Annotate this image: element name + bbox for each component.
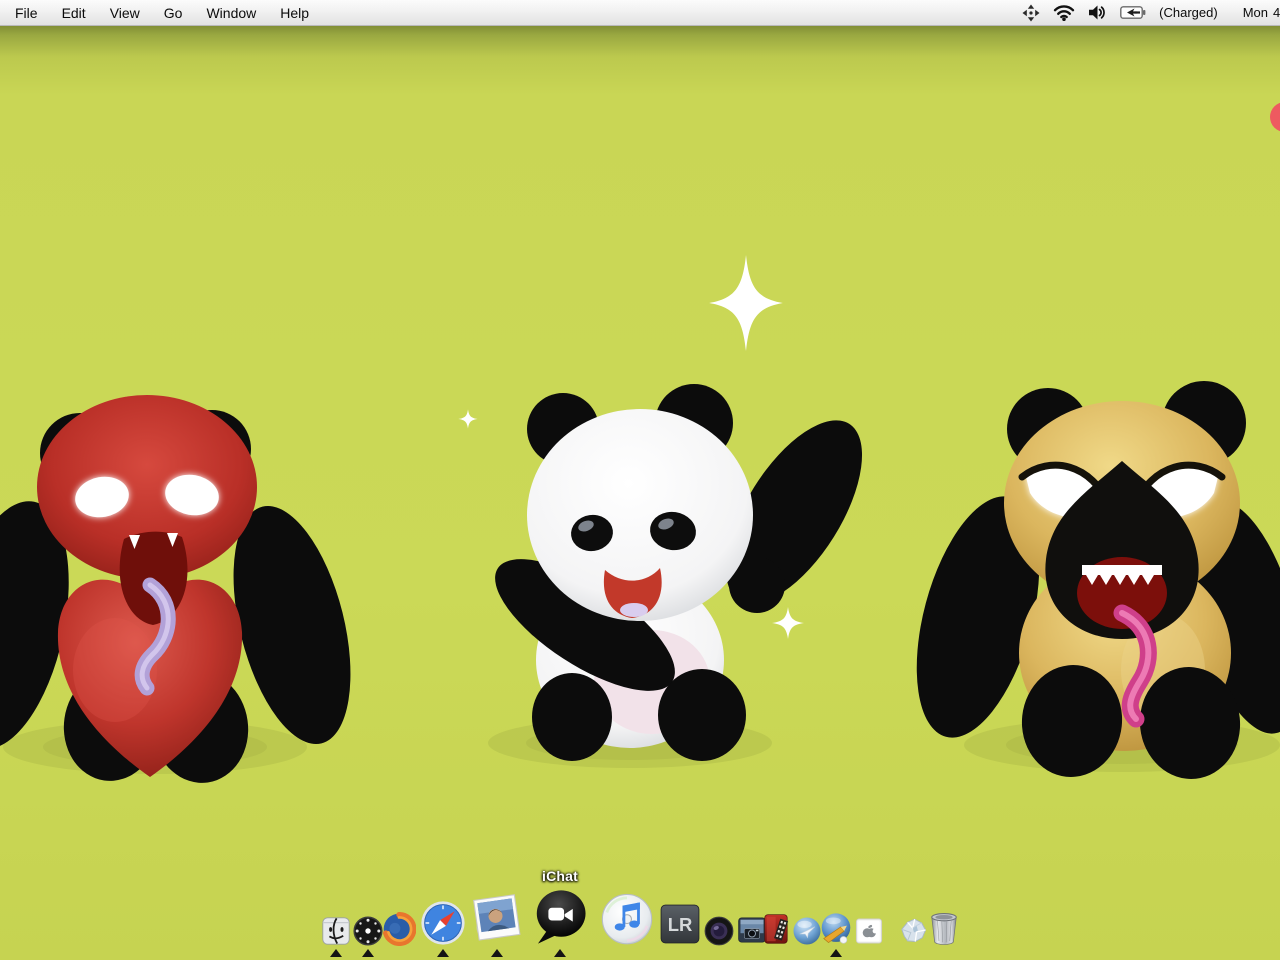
desktop-wallpaper — [0, 25, 1280, 960]
menu-bar: File Edit View Go Window Help — [0, 0, 1280, 26]
running-indicator — [362, 949, 374, 957]
dock-icon-finder[interactable] — [321, 916, 351, 946]
svg-text:LR: LR — [668, 914, 693, 935]
red-balloon-edge — [1270, 102, 1280, 132]
menu-file[interactable]: File — [15, 5, 38, 21]
running-indicator — [830, 949, 842, 957]
menu-help[interactable]: Help — [280, 5, 309, 21]
white-panda — [476, 384, 889, 761]
gold-angry-panda — [894, 381, 1280, 784]
dock-icon-firefox[interactable] — [382, 912, 416, 946]
running-indicator — [554, 949, 566, 957]
panda-wallpaper-art — [0, 25, 1280, 960]
menu-view[interactable]: View — [110, 5, 140, 21]
menu-edit[interactable]: Edit — [62, 5, 86, 21]
wifi-icon[interactable] — [1053, 4, 1075, 21]
battery-status-text: (Charged) — [1159, 5, 1218, 20]
dock-icon-blue-globe-pointer[interactable] — [819, 912, 853, 946]
dock: iChat — [0, 840, 1280, 960]
clock-clipped-text: 4 — [1273, 5, 1280, 20]
menu-window[interactable]: Window — [206, 5, 256, 21]
move-arrows-icon[interactable] — [1022, 4, 1040, 22]
menu-clock[interactable]: Mon 4 — [1243, 5, 1280, 20]
menu-items: File Edit View Go Window Help — [0, 5, 309, 21]
dock-icon-blue-globe-plane[interactable] — [792, 916, 822, 946]
dock-icon-itunes[interactable] — [599, 890, 655, 946]
dock-icon-camera-lens[interactable] — [704, 916, 734, 946]
dock-icon-lightroom[interactable]: LR — [658, 902, 702, 946]
dock-hover-label: iChat — [542, 868, 578, 884]
running-indicator — [330, 949, 342, 957]
dock-icon-dashboard[interactable] — [353, 916, 383, 946]
volume-icon[interactable] — [1088, 5, 1107, 20]
dock-icon-iphoto[interactable] — [470, 892, 524, 946]
battery-icon[interactable] — [1120, 6, 1146, 19]
clock-day-text: Mon — [1243, 5, 1268, 20]
dock-icon-safari[interactable] — [420, 900, 466, 946]
menu-status-area: (Charged) Mon 4 — [1022, 0, 1280, 25]
menu-go[interactable]: Go — [164, 5, 183, 21]
dock-icon-apple-software-box[interactable] — [854, 916, 884, 946]
running-indicator — [437, 949, 449, 957]
dock-icon-red-media-app[interactable] — [760, 912, 794, 946]
dock-icon-trash[interactable] — [926, 910, 962, 946]
dock-icon-ichat[interactable] — [531, 888, 589, 946]
running-indicator — [491, 949, 503, 957]
